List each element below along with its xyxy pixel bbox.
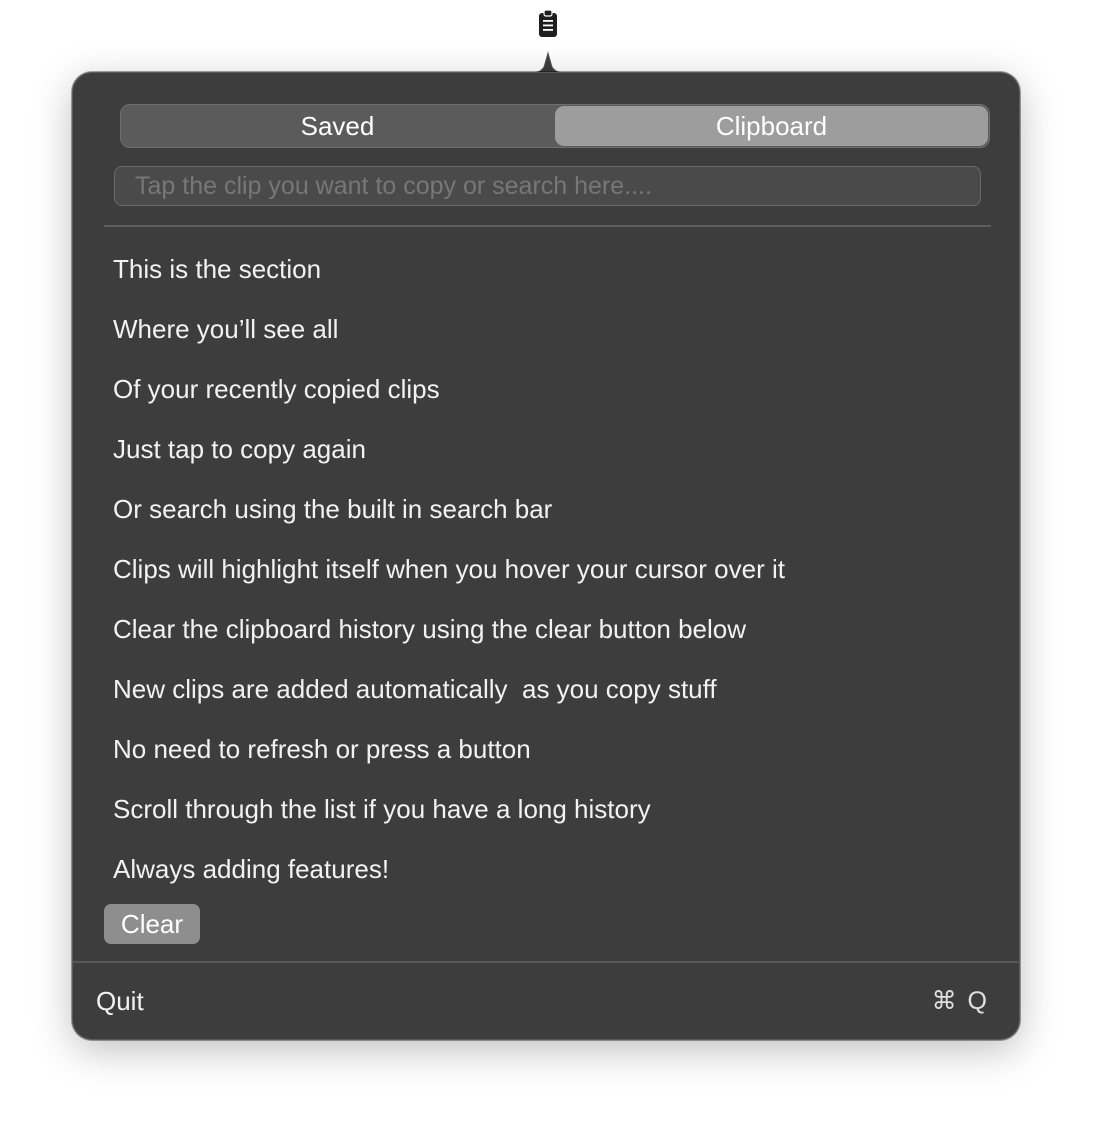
- search-input[interactable]: [114, 166, 981, 206]
- view-segmented-control: Saved Clipboard: [120, 104, 990, 148]
- clip-item[interactable]: Clear the clipboard history using the cl…: [105, 599, 990, 659]
- clip-item[interactable]: Where you’ll see all: [105, 299, 990, 359]
- clip-item[interactable]: This is the section: [105, 239, 990, 299]
- quit-label: Quit: [96, 985, 144, 1016]
- clipboard-popover: Saved Clipboard This is the section Wher…: [72, 72, 1020, 1040]
- clip-item[interactable]: No need to refresh or press a button: [105, 719, 990, 779]
- divider: [104, 225, 991, 227]
- clipboard-icon[interactable]: [537, 8, 559, 40]
- quit-shortcut: ⌘ Q: [931, 987, 989, 1015]
- clip-item[interactable]: New clips are added automatically as you…: [105, 659, 990, 719]
- tab-saved[interactable]: Saved: [121, 105, 554, 147]
- clip-item[interactable]: Clips will highlight itself when you hov…: [105, 539, 990, 599]
- clip-item[interactable]: Of your recently copied clips: [105, 359, 990, 419]
- clip-list: This is the section Where you’ll see all…: [105, 239, 990, 899]
- quit-menu-item[interactable]: Quit ⌘ Q: [73, 963, 1019, 1039]
- tab-clipboard[interactable]: Clipboard: [555, 106, 988, 146]
- clip-item[interactable]: Always adding features!: [105, 839, 990, 899]
- clip-item[interactable]: Just tap to copy again: [105, 419, 990, 479]
- popover-arrow: [512, 51, 584, 75]
- clip-item[interactable]: Scroll through the list if you have a lo…: [105, 779, 990, 839]
- clip-item[interactable]: Or search using the built in search bar: [105, 479, 990, 539]
- clear-button[interactable]: Clear: [104, 904, 200, 944]
